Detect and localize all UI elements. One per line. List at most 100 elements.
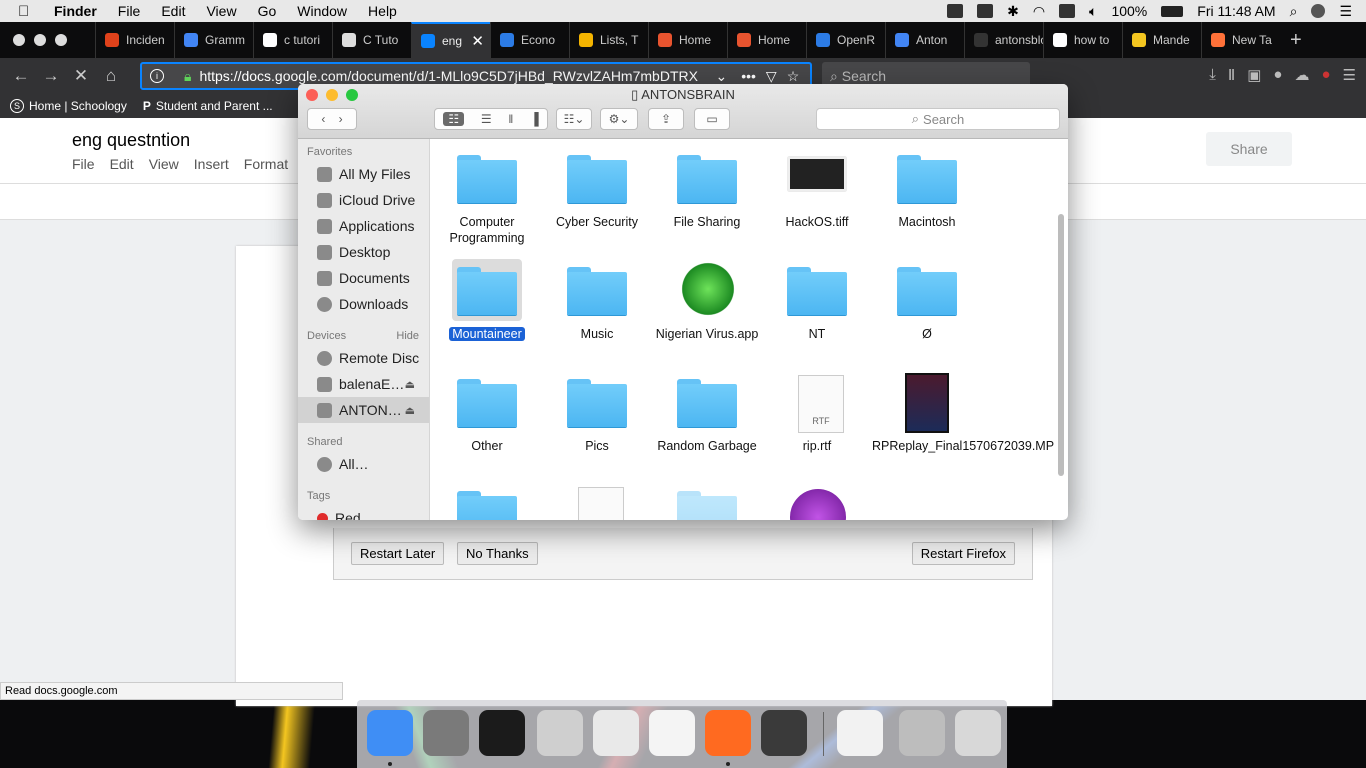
arrange-icon[interactable]: ☷⌄ xyxy=(556,108,592,130)
file-item[interactable]: Macintosh xyxy=(872,139,982,230)
docs-menu-view[interactable]: View xyxy=(149,156,179,172)
finder-search-field[interactable]: ⌕ Search xyxy=(816,108,1060,130)
docs-menu-insert[interactable]: Insert xyxy=(194,156,229,172)
battery-percent[interactable]: 100% xyxy=(1111,3,1147,19)
menu-go[interactable]: Go xyxy=(258,3,277,19)
tab-11[interactable]: antonsblog xyxy=(964,22,1043,58)
sidebar-item-remote-disc[interactable]: Remote Disc xyxy=(298,345,429,371)
file-item[interactable]: HackOS.tiff xyxy=(762,139,872,230)
file-item[interactable] xyxy=(432,475,542,520)
menu-view[interactable]: View xyxy=(206,3,236,19)
restart-firefox-button[interactable]: Restart Firefox xyxy=(911,542,1015,565)
restart-later-button[interactable]: Restart Later xyxy=(351,542,445,565)
sidebar-item-tag-red[interactable]: Red xyxy=(298,505,429,520)
docs-menu-file[interactable]: File xyxy=(72,156,95,172)
home-icon[interactable]: ⌂ xyxy=(96,66,126,86)
chevron-down-icon[interactable]: ⌄ xyxy=(715,68,727,85)
file-item[interactable]: Cyber Security xyxy=(542,139,652,230)
tab-14[interactable]: New Ta xyxy=(1201,22,1280,58)
menu-edit[interactable]: Edit xyxy=(161,3,185,19)
minimize-icon[interactable] xyxy=(34,34,46,46)
bluetooth-icon[interactable]: ✱ xyxy=(1007,3,1019,20)
dock-trash-icon[interactable] xyxy=(955,710,1001,756)
share-button[interactable]: Share xyxy=(1206,132,1292,166)
bookmark-schoology[interactable]: S Home | Schoology xyxy=(10,99,127,113)
sidebar-item-icloud-drive[interactable]: iCloud Drive xyxy=(298,187,429,213)
file-item[interactable]: Ø xyxy=(872,251,982,342)
file-item[interactable]: File Sharing xyxy=(652,139,762,230)
column-view-icon[interactable]: ‖ xyxy=(508,112,513,126)
menu-icon[interactable]: ☰ xyxy=(1343,66,1356,84)
downloads-icon[interactable]: ⤓ xyxy=(1209,66,1216,84)
dock-textedit-icon[interactable] xyxy=(593,710,639,756)
sidebar-item-antonsbrain[interactable]: ANTON… ⏏ xyxy=(298,397,429,423)
file-item[interactable]: NT xyxy=(762,251,872,342)
sidebar-item-all-my-files[interactable]: All My Files xyxy=(298,161,429,187)
drive-icon[interactable] xyxy=(977,4,994,18)
list-view-icon[interactable]: ☰ xyxy=(481,112,492,126)
dock-system-preferences-icon[interactable] xyxy=(423,710,469,756)
tab-8[interactable]: Home xyxy=(727,22,806,58)
forward-icon[interactable]: › xyxy=(339,112,343,126)
bookmark-student-parent[interactable]: P Student and Parent ... xyxy=(143,99,273,113)
file-item[interactable] xyxy=(542,475,652,520)
sidebar-icon[interactable]: ▣ xyxy=(1247,66,1261,84)
tab-4[interactable]: eng ✕ xyxy=(411,22,490,58)
dock-grapher-icon[interactable] xyxy=(837,710,883,756)
file-item[interactable]: RPReplay_Final1570672039.MP4 xyxy=(872,363,1054,454)
close-tab-icon[interactable]: ✕ xyxy=(471,32,484,50)
file-item[interactable] xyxy=(762,475,872,520)
sidebar-item-desktop[interactable]: Desktop xyxy=(298,239,429,265)
dock-firefox-icon[interactable] xyxy=(705,710,751,756)
close-icon[interactable] xyxy=(13,34,25,46)
pocket-icon[interactable]: ▽ xyxy=(766,68,777,85)
account-icon[interactable]: ● xyxy=(1273,66,1282,84)
status-icon[interactable] xyxy=(947,4,964,18)
volume-icon[interactable]: 🔈︎ xyxy=(1089,3,1097,20)
menu-help[interactable]: Help xyxy=(368,3,397,19)
menu-app-finder[interactable]: Finder xyxy=(54,3,97,19)
tab-1[interactable]: Gramm xyxy=(174,22,253,58)
siri-icon[interactable] xyxy=(1311,4,1326,18)
file-item[interactable] xyxy=(652,475,762,520)
bookmark-star-icon[interactable]: ☆ xyxy=(787,68,800,85)
library-icon[interactable]: Ⅱ xyxy=(1228,66,1235,84)
extension-icon[interactable]: ☁ xyxy=(1294,66,1309,84)
wifi-icon[interactable]: ◠ xyxy=(1033,3,1045,20)
sidebar-item-applications[interactable]: Applications xyxy=(298,213,429,239)
back-forward-buttons[interactable]: ‹ › xyxy=(307,108,357,130)
eject-icon[interactable]: ⏏ xyxy=(405,378,415,391)
tab-2[interactable]: c tutori xyxy=(253,22,332,58)
dock-help-icon[interactable] xyxy=(899,710,945,756)
notification-center-icon[interactable]: ☰ xyxy=(1339,3,1352,20)
spotlight-icon[interactable]: ⌕ xyxy=(1290,3,1298,20)
share-icon[interactable]: ⇪ xyxy=(648,108,684,130)
tab-13[interactable]: Mande xyxy=(1122,22,1201,58)
file-item[interactable]: RTF rip.rtf xyxy=(762,363,872,454)
tab-3[interactable]: C Tuto xyxy=(332,22,411,58)
tab-10[interactable]: Anton xyxy=(885,22,964,58)
zoom-icon[interactable] xyxy=(55,34,67,46)
no-thanks-button[interactable]: No Thanks xyxy=(457,542,538,565)
dock-terminal-icon[interactable] xyxy=(479,710,525,756)
dock-sublime-text-icon[interactable] xyxy=(761,710,807,756)
cover-flow-icon[interactable]: ▐ xyxy=(530,112,539,126)
tag-icon[interactable]: ▭ xyxy=(694,108,730,130)
file-item[interactable]: Other xyxy=(432,363,542,454)
eject-icon[interactable]: ⏏ xyxy=(405,404,415,417)
file-item[interactable]: Music xyxy=(542,251,652,342)
menu-window[interactable]: Window xyxy=(297,3,347,19)
new-tab-icon[interactable]: + xyxy=(1290,29,1302,52)
file-item[interactable]: Nigerian Virus.app xyxy=(652,251,762,342)
apple-icon[interactable]:  xyxy=(18,3,38,20)
info-icon[interactable]: i xyxy=(150,69,164,83)
docs-menu-format[interactable]: Format xyxy=(244,156,288,172)
sidebar-item-documents[interactable]: Documents xyxy=(298,265,429,291)
tab-12[interactable]: how to xyxy=(1043,22,1122,58)
back-icon[interactable]: ← xyxy=(6,66,36,86)
tab-6[interactable]: Lists, T xyxy=(569,22,648,58)
back-icon[interactable]: ‹ xyxy=(321,112,325,126)
sidebar-item-shared-all[interactable]: All… xyxy=(298,451,429,477)
tab-7[interactable]: Home xyxy=(648,22,727,58)
menu-file[interactable]: File xyxy=(118,3,141,19)
